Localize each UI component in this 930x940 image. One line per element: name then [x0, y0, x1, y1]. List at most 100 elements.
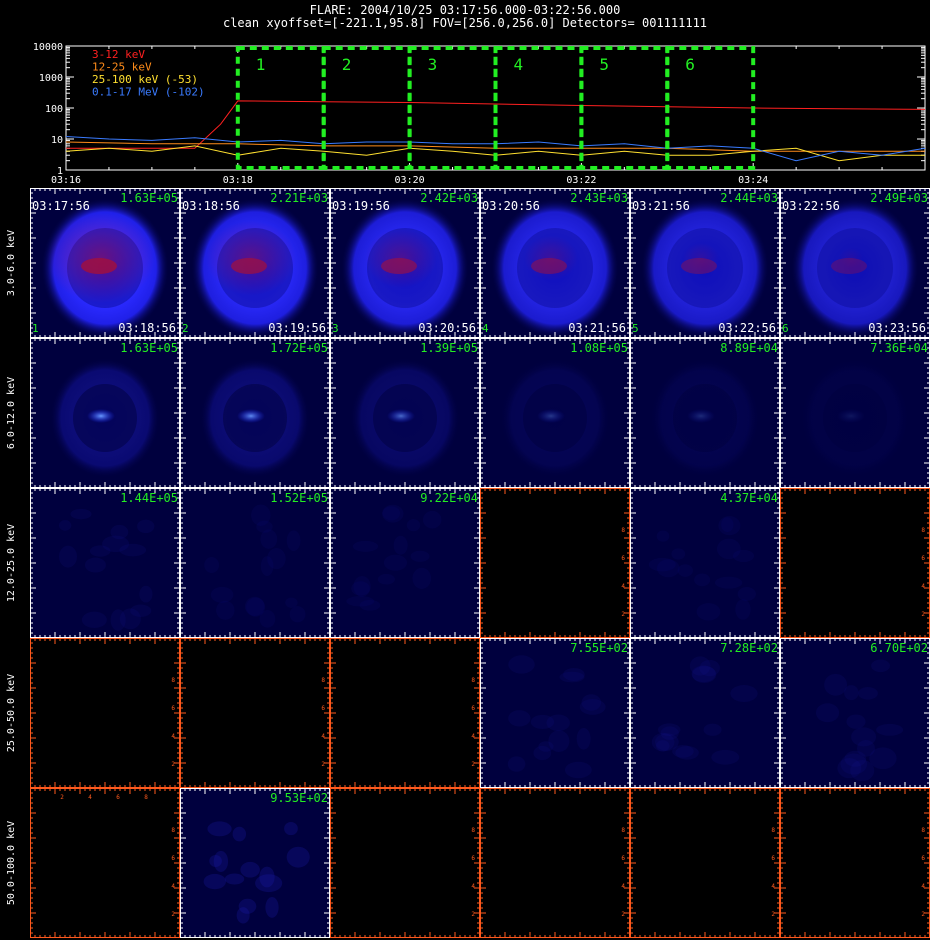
row-energy-label: 50.0-100.0 keV — [6, 821, 17, 905]
noise-speck — [412, 567, 432, 589]
legend-entry: 25-100 keV (-53) — [92, 73, 198, 86]
empty-axis-label: 2 — [471, 761, 475, 768]
empty-axis-label: 8 — [171, 677, 175, 684]
empty-axis-label: 2 — [171, 761, 175, 768]
noise-speck — [203, 873, 226, 890]
image-panel: 2.21E+03 03:18:56 03:19:56 2 — [180, 188, 330, 338]
source-halo — [365, 228, 437, 288]
image-panel: 1.39E+05 — [330, 338, 480, 488]
noise-speck — [824, 673, 848, 696]
source-halo — [206, 220, 296, 296]
flare-core — [81, 258, 117, 274]
empty-axis-label: 8 — [921, 827, 925, 834]
y-tick-label: 1000 — [39, 73, 63, 84]
panel-end-time: 03:18:56 — [118, 321, 176, 335]
noise-speck — [689, 656, 711, 676]
image-panel: 1.72E+05 — [180, 338, 330, 488]
noise-speck — [89, 545, 111, 557]
row-energy-label: 3.0-6.0 keV — [6, 230, 17, 296]
noise-speck — [648, 557, 676, 572]
empty-axis-label: 2 — [171, 911, 175, 918]
image-panel: 9.53E+02 — [180, 788, 330, 938]
noise-speck — [256, 520, 273, 533]
noise-speck — [119, 543, 147, 557]
empty-axis-label: 2 — [771, 911, 775, 918]
noise-speck — [579, 699, 606, 715]
panel-start-time: 03:22:56 — [782, 199, 840, 213]
image-panel: 7.55E+02 — [480, 638, 630, 788]
legend-entry: 12-25 keV — [92, 61, 152, 74]
noise-speck — [711, 749, 740, 765]
panel-background — [330, 788, 480, 938]
empty-axis-label: 8 — [621, 527, 625, 534]
noise-speck — [204, 556, 220, 574]
panel-start-time: 03:18:56 — [182, 199, 240, 213]
noise-speck — [410, 550, 430, 562]
empty-axis-label: 6 — [321, 705, 325, 712]
max-count-label: 2.21E+03 — [270, 191, 328, 205]
noise-speck — [383, 554, 408, 571]
noise-speck — [538, 741, 554, 752]
image-panel: 2.44E+03 03:21:56 03:22:56 5 — [630, 188, 780, 338]
empty-axis-label: 6 — [116, 794, 120, 801]
image-panel: 2 4 6 8 — [780, 488, 930, 638]
empty-axis-label: 6 — [621, 855, 625, 862]
noise-speck — [58, 545, 78, 568]
noise-speck — [240, 861, 260, 878]
empty-axis-label: 8 — [621, 827, 625, 834]
noise-speck — [137, 519, 155, 534]
empty-axis-label: 6 — [771, 855, 775, 862]
image-panel: 1.08E+05 — [480, 338, 630, 488]
empty-axis-label: 2 — [471, 911, 475, 918]
image-panel: 7.28E+02 — [630, 638, 780, 788]
panel-background — [480, 488, 630, 638]
noise-speck — [508, 710, 531, 727]
noise-speck — [716, 538, 741, 560]
image-panel: 2 4 6 8 2 4 6 8 — [30, 788, 180, 938]
flare-core — [681, 258, 717, 274]
noise-speck — [737, 587, 756, 601]
interval-label: 3 — [428, 55, 438, 74]
panel-end-time: 03:23:56 — [868, 321, 926, 335]
panel-end-time: 03:22:56 — [718, 321, 776, 335]
panel-index: 6 — [782, 322, 789, 335]
max-count-label: 1.44E+05 — [120, 491, 178, 505]
max-count-label: 4.37E+04 — [720, 491, 778, 505]
noise-speck — [232, 826, 247, 842]
max-count-label: 8.89E+04 — [720, 341, 778, 355]
empty-axis-label: 2 — [60, 794, 64, 801]
image-panel: 4.37E+04 — [630, 488, 780, 638]
noise-speck — [70, 508, 92, 520]
row-energy-label: 25.0-50.0 keV — [6, 674, 17, 752]
empty-axis-label: 6 — [921, 555, 925, 562]
max-count-label: 2.42E+03 — [420, 191, 478, 205]
image-panel: 2 4 6 8 — [630, 788, 780, 938]
noise-speck — [815, 703, 840, 723]
noise-speck — [81, 611, 107, 629]
noise-speck — [655, 740, 670, 752]
x-tick-label: 03:20 — [395, 175, 425, 186]
empty-axis-label: 8 — [171, 827, 175, 834]
image-panel: 2 4 6 8 — [330, 638, 480, 788]
flare-core — [531, 258, 567, 274]
noise-speck — [110, 609, 126, 631]
noise-speck — [382, 506, 401, 521]
noise-speck — [359, 599, 381, 611]
empty-axis-label: 2 — [921, 911, 925, 918]
empty-axis-label: 4 — [88, 794, 92, 801]
max-count-label: 7.28E+02 — [720, 641, 778, 655]
panel-start-time: 03:20:56 — [482, 199, 540, 213]
image-panel: 2.49E+03 03:22:56 03:23:56 6 — [780, 188, 930, 338]
noise-speck — [672, 744, 694, 758]
empty-axis-label: 4 — [921, 583, 925, 590]
image-panel: 8.89E+04 — [630, 338, 780, 488]
interval-label: 5 — [599, 55, 609, 74]
noise-speck — [856, 740, 876, 757]
interval-label: 4 — [514, 55, 524, 74]
image-panel: 9.22E+04 — [330, 488, 480, 638]
x-tick-label: 03:24 — [738, 175, 768, 186]
empty-axis-label: 4 — [171, 883, 175, 890]
image-panel: 1.63E+05 03:17:56 03:18:56 1 — [30, 188, 180, 338]
max-count-label: 6.70E+02 — [870, 641, 928, 655]
empty-axis-label: 8 — [321, 677, 325, 684]
